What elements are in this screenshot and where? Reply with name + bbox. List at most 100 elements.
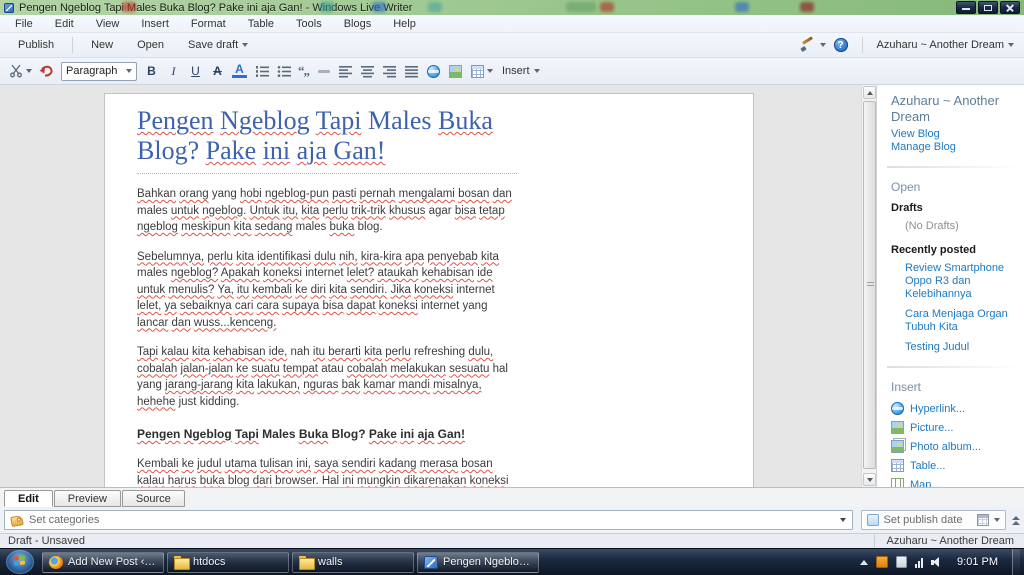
menu-tools[interactable]: Tools	[285, 16, 333, 32]
insert-hyperlink-item[interactable]: Hyperlink...	[891, 402, 1018, 415]
post-title[interactable]: Pengen Ngeblog Tapi Males Buka Blog? Pak…	[137, 106, 529, 166]
menu-help[interactable]: Help	[382, 16, 427, 32]
recent-post-link[interactable]: Cara Menjaga Organ Tubuh Kita	[905, 308, 1018, 334]
start-button[interactable]	[6, 550, 34, 574]
minimize-button[interactable]	[956, 1, 976, 14]
windows-logo-icon	[14, 555, 26, 567]
new-button[interactable]: New	[79, 36, 125, 54]
tray-app-icon[interactable]	[876, 556, 888, 568]
menu-format[interactable]: Format	[180, 16, 237, 32]
account-menu-button[interactable]: Azuharu ~ Another Dream	[877, 39, 1019, 51]
close-button[interactable]	[1000, 1, 1020, 14]
horizontal-rule-button[interactable]	[316, 64, 331, 79]
volume-icon[interactable]	[931, 557, 943, 568]
post-paragraph[interactable]: Kembali ke judul utama tulisan ini, saya…	[137, 456, 517, 487]
italic-button[interactable]: I	[166, 64, 181, 79]
insert-menu-button[interactable]: Insert	[502, 65, 540, 77]
taskbar-button-firefox[interactable]: Add New Post ‹ Azu...	[42, 552, 164, 573]
hyperlink-icon	[891, 402, 904, 415]
taskbar-button-htdocs[interactable]: htdocs	[167, 552, 289, 573]
insert-table-item[interactable]: Table...	[891, 459, 1018, 472]
menu-edit[interactable]: Edit	[44, 16, 85, 32]
cut-button[interactable]	[8, 64, 23, 79]
clock[interactable]: 9:01 PM	[951, 556, 1004, 568]
post-paragraph[interactable]: Sebelumnya, perlu kita identifikasi dulu…	[137, 249, 517, 332]
scroll-up-button[interactable]	[863, 86, 876, 99]
drafts-label: Drafts	[891, 202, 1018, 214]
insert-picture-button[interactable]	[448, 64, 463, 79]
taskbar: Add New Post ‹ Azu... htdocs walls Penge…	[0, 548, 1024, 575]
editor-canvas[interactable]: Pengen Ngeblog Tapi Males Buka Blog? Pak…	[104, 93, 754, 487]
taskbar-button-writer[interactable]: Pengen Ngeblog Ta...	[417, 552, 539, 573]
bullet-list-button[interactable]	[276, 64, 291, 79]
hidden-icons-button[interactable]	[860, 560, 868, 565]
justify-button[interactable]	[404, 64, 419, 79]
taskbar-button-walls[interactable]: walls	[292, 552, 414, 573]
restore-button[interactable]	[978, 1, 998, 14]
writer-icon	[424, 556, 438, 569]
numbered-list-icon	[255, 65, 269, 78]
underline-button[interactable]: U	[188, 64, 203, 78]
publish-date-checkbox[interactable]	[867, 514, 879, 526]
insert-photo-album-item[interactable]: Photo album...	[891, 440, 1018, 453]
calendar-icon	[977, 514, 989, 526]
manage-blog-link[interactable]: Manage Blog	[891, 141, 1018, 154]
menu-insert[interactable]: Insert	[130, 16, 180, 32]
view-blog-link[interactable]: View Blog	[891, 128, 1018, 141]
category-bar: Set categories Set publish date	[0, 507, 1024, 533]
chevron-down-icon	[840, 518, 846, 522]
insert-table-button[interactable]	[470, 64, 485, 79]
collapse-panel-button[interactable]	[1012, 516, 1020, 525]
editor-scrollbar[interactable]	[861, 85, 876, 487]
insert-picture-item[interactable]: Picture...	[891, 421, 1018, 434]
blockquote-button[interactable]: “„	[298, 63, 309, 79]
post-paragraph[interactable]: Tapi kalau kita kehabisan ide, nah itu b…	[137, 344, 517, 410]
menu-table[interactable]: Table	[237, 16, 285, 32]
tab-edit[interactable]: Edit	[4, 490, 53, 507]
font-color-button[interactable]: A	[232, 64, 247, 78]
post-subheading[interactable]: Pengen Ngeblog Tapi Males Buka Blog? Pak…	[137, 427, 517, 442]
set-publish-date-control[interactable]: Set publish date	[861, 510, 1006, 530]
insert-hyperlink-button[interactable]	[426, 64, 441, 79]
window-titlebar[interactable]: Pengen Ngeblog Tapi Males Buka Blog? Pak…	[0, 0, 1024, 15]
menu-blogs[interactable]: Blogs	[333, 16, 383, 32]
style-selector[interactable]: Paragraph	[61, 62, 137, 81]
brush-icon	[800, 38, 816, 52]
help-button[interactable]: ?	[834, 38, 848, 52]
no-drafts-label: (No Drafts)	[905, 220, 1018, 232]
open-section-header: Open	[891, 180, 1018, 194]
align-left-icon	[339, 65, 352, 78]
divider	[887, 366, 1018, 368]
network-icon[interactable]	[915, 557, 923, 568]
chevron-down-icon[interactable]	[487, 69, 493, 73]
align-right-button[interactable]	[382, 64, 397, 79]
glass-blob	[566, 2, 596, 12]
numbered-list-button[interactable]	[254, 64, 269, 79]
chevron-down-icon[interactable]	[26, 69, 32, 73]
align-left-button[interactable]	[338, 64, 353, 79]
glass-blob	[428, 2, 442, 12]
scroll-down-button[interactable]	[863, 473, 876, 486]
strikethrough-button[interactable]: A	[210, 64, 225, 78]
set-categories-dropdown[interactable]: Set categories	[4, 510, 853, 530]
recent-post-link[interactable]: Testing Judul	[905, 341, 1018, 354]
tab-source[interactable]: Source	[122, 490, 185, 507]
menu-view[interactable]: View	[85, 16, 131, 32]
action-center-icon[interactable]	[896, 556, 907, 568]
theme-brush-button[interactable]	[800, 38, 826, 52]
undo-button[interactable]	[39, 64, 54, 79]
tab-preview[interactable]: Preview	[54, 490, 121, 507]
chevron-down-icon	[820, 43, 826, 47]
publish-button[interactable]: Publish	[6, 36, 66, 54]
open-button[interactable]: Open	[125, 36, 176, 54]
scrollbar-thumb[interactable]	[863, 101, 876, 469]
align-center-button[interactable]	[360, 64, 375, 79]
menu-file[interactable]: File	[4, 16, 44, 32]
recent-post-link[interactable]: Review Smartphone Oppo R3 dan Kelebihann…	[905, 262, 1018, 301]
bold-button[interactable]: B	[144, 64, 159, 78]
save-draft-button[interactable]: Save draft	[176, 36, 260, 54]
show-desktop-button[interactable]	[1012, 549, 1020, 575]
post-paragraph[interactable]: Bahkan orang yang hobi ngeblog-pun pasti…	[137, 186, 517, 236]
insert-map-item[interactable]: Map...	[891, 478, 1018, 487]
system-tray: 9:01 PM	[860, 549, 1024, 575]
